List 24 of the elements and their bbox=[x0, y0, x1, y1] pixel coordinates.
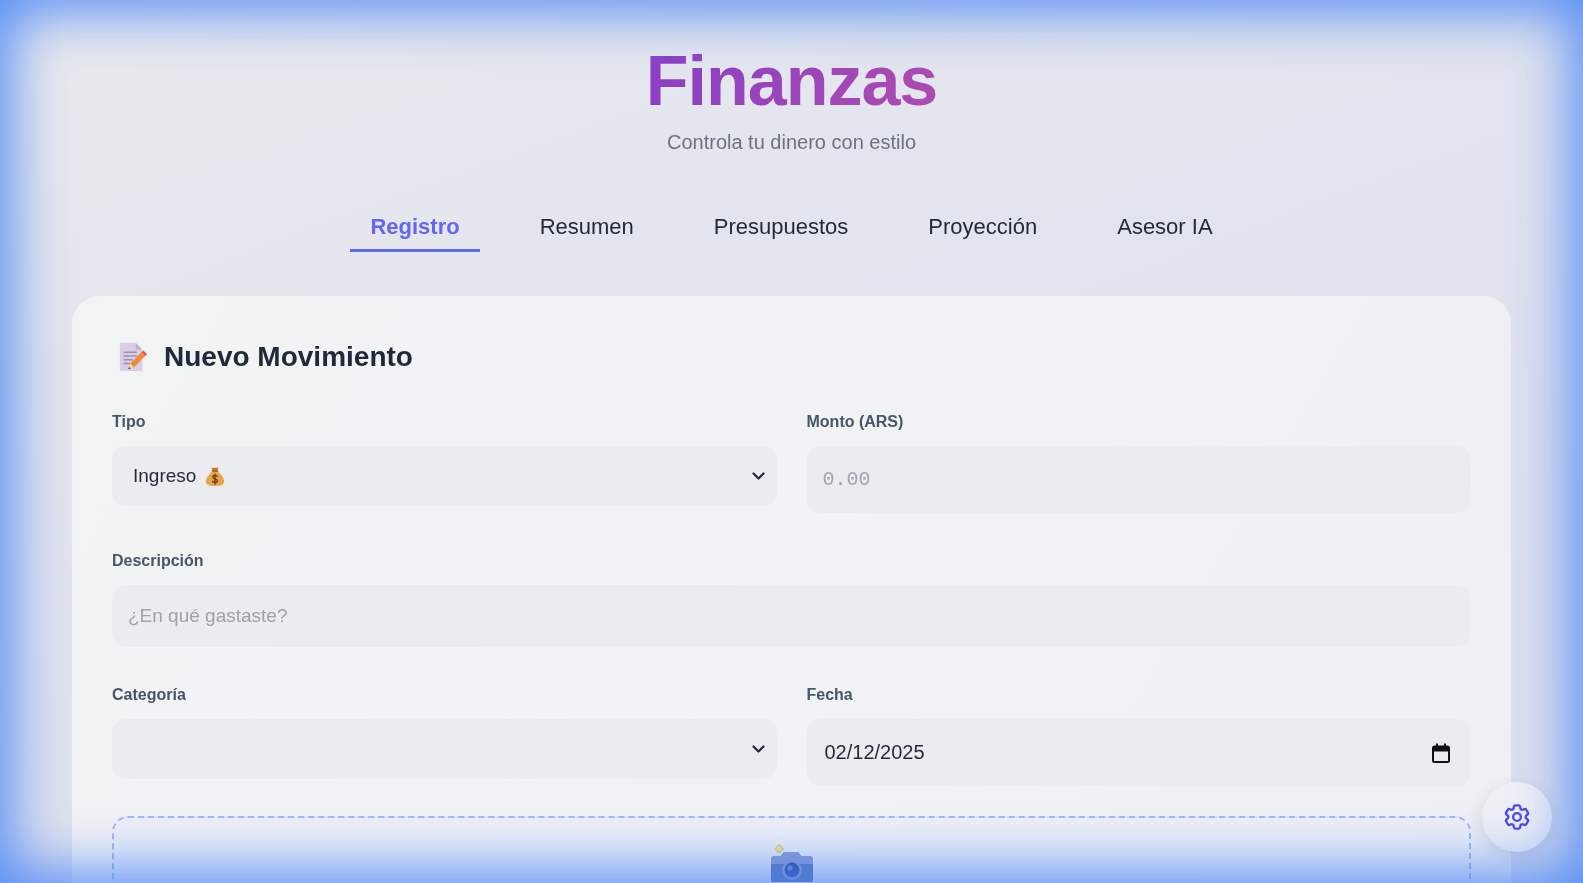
chevron-down-icon bbox=[751, 745, 765, 753]
select-field[interactable]: Ingreso bbox=[112, 446, 777, 506]
tab[interactable]: Resumen bbox=[519, 204, 654, 252]
tab[interactable]: Registro bbox=[350, 204, 480, 252]
camera-icon bbox=[768, 844, 815, 882]
app-subtitle: Controla tu dinero con estilo bbox=[666, 130, 916, 154]
field-label: Categoría bbox=[112, 685, 186, 705]
tab[interactable]: Asesor IA bbox=[1097, 204, 1233, 252]
field-label: Monto (ARS) bbox=[806, 412, 904, 432]
select-field[interactable] bbox=[112, 719, 777, 779]
field-label: Descripción bbox=[112, 551, 204, 571]
settings-icon bbox=[1504, 804, 1530, 830]
tab[interactable]: Presupuestos bbox=[693, 204, 869, 252]
date-field[interactable]: 02/12/2025 bbox=[806, 719, 1471, 786]
chevron-down-icon bbox=[751, 472, 765, 480]
section-title: Nuevo Movimiento bbox=[164, 340, 413, 374]
money-bag-icon bbox=[205, 465, 226, 487]
memo-icon bbox=[118, 342, 148, 372]
tab[interactable]: Proyección bbox=[908, 204, 1058, 252]
calendar-icon[interactable] bbox=[1432, 742, 1450, 763]
field-label: Tipo bbox=[112, 412, 146, 432]
field-label: Fecha bbox=[806, 685, 853, 705]
amount-field[interactable]: 0.00 bbox=[806, 446, 1471, 513]
input-field[interactable]: ¿En qué gastaste? bbox=[112, 585, 1471, 647]
